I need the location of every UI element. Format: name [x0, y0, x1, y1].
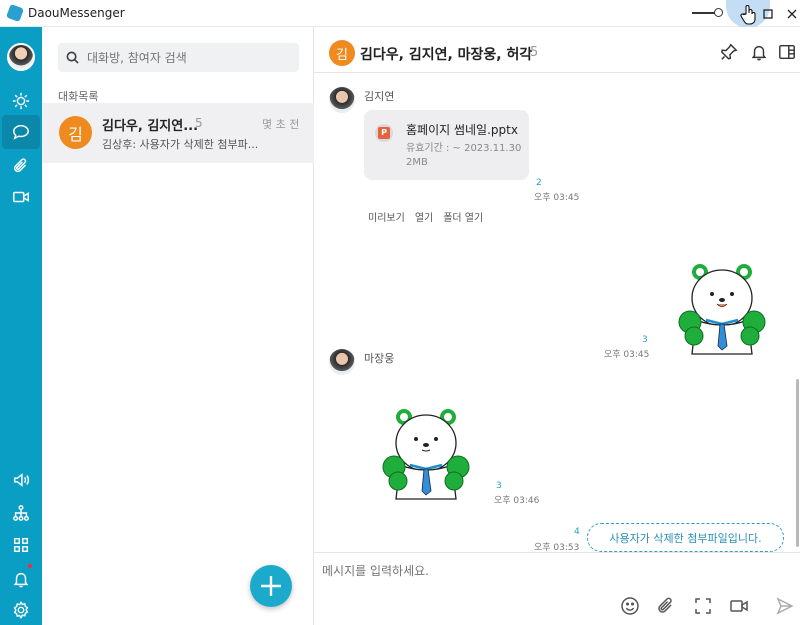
rail-org-chart[interactable] — [9, 501, 33, 525]
room-member-count: 5 — [195, 116, 203, 130]
org-chart-icon — [13, 505, 29, 521]
file-message-bubble[interactable]: P 홈페이지 썸네일.pptx 유효기간 : ~ 2023.11.30 2MB — [364, 110, 529, 180]
pin-icon — [721, 43, 738, 60]
open-folder-link[interactable]: 폴더 열기 — [443, 209, 483, 224]
close-icon — [787, 9, 797, 18]
message-composer — [314, 552, 800, 625]
rail-announce[interactable] — [9, 468, 33, 492]
preview-link[interactable]: 미리보기 — [368, 209, 405, 224]
rail-chat[interactable] — [2, 115, 40, 149]
chat-header: 김 김다우, 김지연, 마장웅, 허각 5 — [314, 27, 800, 73]
sender-name: 마장웅 — [364, 352, 395, 365]
file-name: 홈페이지 썸네일.pptx — [406, 123, 518, 137]
search-box[interactable] — [58, 43, 299, 72]
file-actions: 미리보기 열기 폴더 열기 — [368, 209, 483, 224]
opacity-slider-knob[interactable] — [714, 8, 723, 17]
grid-icon — [13, 537, 29, 553]
hand-cursor-icon — [740, 5, 756, 25]
plus-icon — [261, 576, 281, 596]
file-size: 2MB — [406, 157, 428, 168]
message-area: 김지연 P 홈페이지 썸네일.pptx 유효기간 : ~ 2023.11.30 … — [314, 74, 800, 553]
rail-settings-sun[interactable] — [9, 89, 33, 113]
video-camera-icon — [13, 191, 29, 203]
my-avatar[interactable] — [7, 43, 35, 71]
chat-bubble-icon — [13, 124, 29, 140]
rail-notifications[interactable] — [9, 567, 33, 591]
unread-count: 2 — [536, 178, 542, 188]
app-title: DaouMessenger — [28, 6, 125, 20]
video-call-button[interactable] — [729, 596, 749, 616]
maximize-icon — [763, 8, 773, 19]
screen-capture-button[interactable] — [693, 596, 713, 616]
deleted-attachment-bubble[interactable]: 사용자가 삭제한 첨부파일입니다. — [587, 523, 784, 552]
notification-dot — [28, 564, 32, 568]
rail-settings[interactable] — [9, 598, 33, 622]
send-icon — [776, 597, 794, 615]
pin-button[interactable] — [720, 43, 738, 61]
maximize-button[interactable] — [756, 0, 780, 27]
chat-title[interactable]: 김다우, 김지연, 마장웅, 허각 — [360, 44, 532, 64]
chat-member-count[interactable]: 5 — [530, 45, 538, 60]
rail-video[interactable] — [9, 185, 33, 209]
title-bar: DaouMessenger — [0, 0, 800, 28]
conversation-list-label: 대화목록 — [58, 90, 99, 103]
message-scrollbar[interactable] — [796, 379, 799, 547]
close-button[interactable] — [780, 0, 800, 27]
send-button[interactable] — [775, 596, 795, 616]
capture-icon — [695, 598, 711, 614]
search-input[interactable] — [87, 50, 287, 65]
app-logo-icon — [6, 4, 24, 22]
conversation-list-pane: 대화목록 김 김다우, 김지연... 5 몇 초 전 김상후: 사용자가 삭제한… — [42, 27, 314, 625]
sender-avatar[interactable] — [329, 87, 355, 113]
sender-name: 김지연 — [364, 90, 395, 103]
room-name: 김다우, 김지연... — [102, 119, 199, 134]
unread-count: 4 — [574, 527, 580, 537]
message-time: 오후 03:45 — [534, 193, 580, 203]
pptx-file-icon: P — [375, 124, 393, 142]
room-avatar: 김 — [59, 116, 92, 149]
search-icon — [66, 51, 79, 64]
conversation-list-item[interactable]: 김 김다우, 김지연... 5 몇 초 전 김상후: 사용자가 삭제한 첨부파.… — [42, 103, 314, 163]
open-link[interactable]: 열기 — [415, 209, 433, 224]
chat-notification-button[interactable] — [750, 43, 768, 61]
unread-count: 3 — [496, 481, 502, 491]
bell-icon — [13, 572, 29, 588]
nav-rail — [0, 27, 42, 625]
speaker-icon — [13, 473, 30, 487]
message-time: 오후 03:45 — [604, 350, 650, 360]
sender-avatar[interactable] — [329, 349, 355, 375]
attach-file-button[interactable] — [656, 596, 676, 616]
side-panel-button[interactable] — [778, 43, 796, 61]
message-time: 오후 03:46 — [494, 496, 540, 506]
room-time: 몇 초 전 — [262, 118, 300, 131]
chat-pane: 김 김다우, 김지연, 마장웅, 허각 5 김지연 P 홈페이지 썸네일.ppt… — [314, 27, 800, 625]
unread-count: 3 — [642, 335, 648, 345]
emoji-icon — [621, 597, 639, 615]
rail-apps[interactable] — [9, 533, 33, 557]
emoji-button[interactable] — [620, 596, 640, 616]
sun-icon — [12, 92, 30, 110]
bear-sticker[interactable] — [378, 405, 474, 501]
room-preview: 김상후: 사용자가 삭제한 첨부파... — [102, 138, 259, 151]
file-expiry: 유효기간 : ~ 2023.11.30 — [406, 143, 522, 154]
paperclip-icon — [658, 597, 672, 613]
paperclip-icon — [13, 158, 27, 173]
video-camera-icon — [730, 600, 748, 612]
rail-attachments[interactable] — [9, 154, 33, 178]
new-chat-button[interactable] — [250, 565, 292, 607]
message-input[interactable] — [322, 562, 782, 586]
side-panel-icon — [779, 44, 795, 60]
chat-avatar: 김 — [329, 40, 355, 66]
bear-sticker[interactable] — [674, 260, 770, 356]
gear-icon — [13, 601, 29, 619]
bell-icon — [751, 45, 767, 61]
